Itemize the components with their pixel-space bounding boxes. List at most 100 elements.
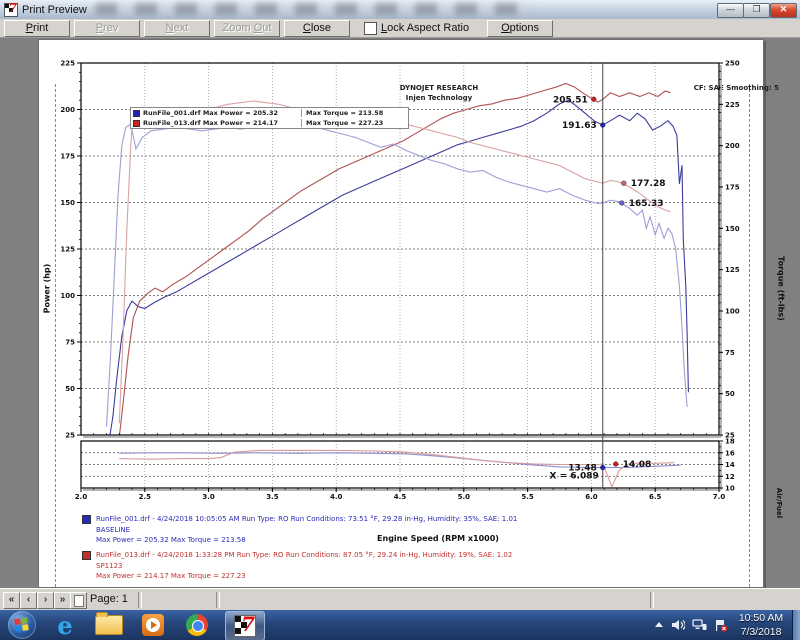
- series-torque_001: [107, 123, 688, 427]
- legend-row: RunFile_001.drf Max Power = 205.32 Max T…: [131, 108, 408, 118]
- taskbar-clock[interactable]: 10:50 AM 7/3/2018: [732, 611, 790, 639]
- cursor-marker: [621, 181, 626, 186]
- svg-text:75: 75: [65, 339, 75, 347]
- run-swatch-blue: [82, 515, 91, 524]
- toolbar: Print Prev Next Zoom Out Close Lock Aspe…: [0, 19, 800, 38]
- svg-text:125: 125: [725, 266, 740, 274]
- cursor-marker: [591, 97, 596, 102]
- app-icon: 7: [4, 3, 18, 17]
- cursor-marker: [600, 465, 605, 470]
- svg-text:175: 175: [725, 184, 740, 192]
- svg-text:200: 200: [60, 106, 75, 114]
- run-maxvalues: Max Power = 205.32 Max Torque = 213.58: [96, 535, 722, 546]
- svg-text:150: 150: [725, 225, 740, 233]
- zoom-out-button[interactable]: Zoom Out: [214, 20, 280, 37]
- series-torque_013: [119, 101, 670, 423]
- run-conditions: RunFile_013.drf - 4/24/2018 1:33:28 PM R…: [96, 550, 722, 561]
- first-page-button[interactable]: «: [3, 592, 20, 609]
- next-button[interactable]: Next: [144, 20, 210, 37]
- dynojet-app-taskbar-button[interactable]: 7: [225, 611, 265, 640]
- svg-text:5.0: 5.0: [458, 493, 471, 501]
- svg-text:3.0: 3.0: [202, 493, 215, 501]
- run-info-baseline: RunFile_001.drf - 4/24/2018 10:05:05 AM …: [82, 514, 722, 546]
- run-conditions: RunFile_001.drf - 4/24/2018 10:05:05 AM …: [96, 514, 722, 525]
- print-button[interactable]: Print: [4, 20, 70, 37]
- internet-explorer-icon[interactable]: e: [48, 612, 82, 638]
- preview-page: DYNOJET RESEARCH Injen Technology CF: SA…: [38, 39, 764, 588]
- last-page-button[interactable]: »: [54, 592, 71, 609]
- close-button[interactable]: Close: [284, 20, 350, 37]
- volume-icon[interactable]: [671, 619, 685, 631]
- svg-text:165.33: 165.33: [629, 199, 664, 209]
- svg-text:4.5: 4.5: [394, 493, 407, 501]
- run-maxvalues: Max Power = 214.17 Max Torque = 227.23: [96, 571, 722, 582]
- file-explorer-icon[interactable]: [92, 612, 126, 638]
- svg-text:100: 100: [725, 308, 740, 316]
- network-icon[interactable]: [692, 619, 707, 631]
- svg-text:2.0: 2.0: [75, 493, 88, 501]
- page-number-label: Page: 1: [90, 593, 128, 605]
- statusbar-divider: [216, 592, 220, 608]
- svg-text:100: 100: [60, 292, 75, 300]
- options-button[interactable]: Options: [487, 20, 553, 37]
- svg-text:6.0: 6.0: [585, 493, 598, 501]
- show-desktop-button[interactable]: [792, 610, 800, 640]
- media-player-icon[interactable]: [136, 612, 170, 638]
- action-center-flag-icon[interactable]: [714, 619, 728, 632]
- svg-text:10: 10: [725, 485, 735, 493]
- svg-text:6.5: 6.5: [649, 493, 662, 501]
- run-swatch-red: [82, 551, 91, 560]
- clock-time: 10:50 AM: [732, 611, 790, 625]
- taskbar: e 7 10:50 A: [0, 610, 800, 640]
- chrome-icon[interactable]: [180, 612, 214, 638]
- next-page-button[interactable]: ›: [37, 592, 54, 609]
- svg-text:14.08: 14.08: [623, 460, 651, 470]
- series-power_013: [119, 84, 670, 437]
- redacted-title-text: [95, 3, 535, 15]
- svg-text:225: 225: [60, 60, 75, 68]
- statusbar-divider: [138, 592, 142, 608]
- start-button[interactable]: [8, 611, 36, 639]
- run-info-sp1123: RunFile_013.drf - 4/24/2018 1:33:28 PM R…: [82, 550, 722, 582]
- svg-text:175: 175: [60, 153, 75, 161]
- svg-text:4.0: 4.0: [330, 493, 343, 501]
- minimize-button[interactable]: —: [717, 3, 744, 18]
- svg-text:3.5: 3.5: [266, 493, 279, 501]
- series-power_001: [109, 100, 688, 440]
- page-setup-icon[interactable]: [70, 592, 87, 609]
- chart-legend: RunFile_001.drf Max Power = 205.32 Max T…: [130, 107, 409, 129]
- statusbar-divider: [650, 592, 654, 608]
- dynojet-icon: 7: [234, 615, 256, 637]
- svg-text:125: 125: [60, 246, 75, 254]
- torque-axis-label: Torque (ft-lbs): [777, 219, 786, 359]
- svg-text:75: 75: [725, 349, 735, 357]
- hidden-icons-chevron[interactable]: [654, 620, 664, 630]
- main-plot-series: [107, 84, 689, 441]
- svg-text:191.63: 191.63: [562, 121, 597, 131]
- svg-text:50: 50: [65, 385, 75, 393]
- svg-text:5.5: 5.5: [521, 493, 534, 501]
- prev-page-button[interactable]: ‹: [20, 592, 37, 609]
- title-bar: 7 Print Preview — ❐ ✕: [0, 0, 800, 20]
- svg-text:205.51: 205.51: [553, 95, 588, 105]
- svg-text:250: 250: [725, 60, 740, 68]
- restore-button[interactable]: ❐: [743, 3, 770, 18]
- system-tray: [654, 610, 728, 640]
- run-label: BASELINE: [96, 525, 722, 536]
- svg-text:14: 14: [725, 461, 735, 469]
- lock-aspect-ratio-checkbox[interactable]: [364, 22, 377, 35]
- prev-button[interactable]: Prev: [74, 20, 140, 37]
- svg-text:200: 200: [725, 142, 740, 150]
- svg-text:225: 225: [725, 101, 740, 109]
- legend-row: RunFile_013.drf Max Power = 214.17 Max T…: [131, 118, 408, 128]
- series-swatch-red: [133, 120, 140, 127]
- airfuel-axis-label: Air/Fuel: [775, 468, 783, 538]
- cursor-marker: [613, 462, 618, 467]
- svg-text:25: 25: [65, 432, 75, 440]
- svg-text:16: 16: [725, 449, 735, 457]
- clock-date: 7/3/2018: [732, 625, 790, 639]
- close-window-button[interactable]: ✕: [770, 3, 797, 18]
- lock-aspect-ratio-label: Lock Aspect Ratio: [381, 22, 469, 34]
- svg-text:18: 18: [725, 438, 735, 446]
- window-title: Print Preview: [22, 4, 87, 16]
